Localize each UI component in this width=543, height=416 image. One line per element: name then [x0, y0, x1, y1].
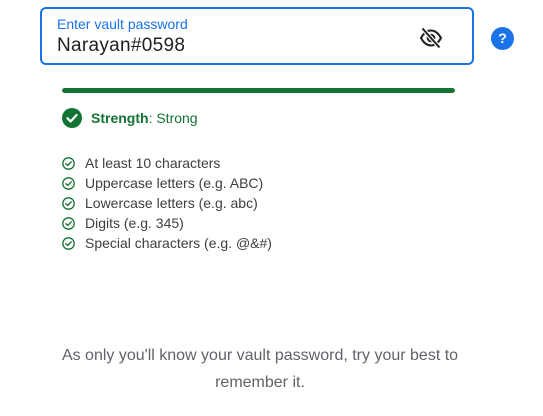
requirement-label: Digits (e.g. 345) — [85, 215, 184, 231]
check-circle-outline-icon — [62, 156, 75, 170]
strength-value: Strong — [156, 110, 198, 126]
list-item: At least 10 characters — [62, 153, 272, 173]
list-item: Special characters (e.g. @&#) — [62, 233, 272, 253]
check-circle-icon — [62, 108, 82, 128]
list-item: Uppercase letters (e.g. ABC) — [62, 173, 272, 193]
requirement-label: Uppercase letters (e.g. ABC) — [85, 175, 264, 191]
vault-password-input[interactable]: Narayan#0598 — [57, 34, 185, 58]
help-button[interactable]: ? — [491, 27, 514, 50]
strength-meter — [62, 88, 455, 93]
remember-hint: As only you'll know your vault password,… — [61, 347, 459, 391]
strength-meter-fill — [62, 88, 455, 93]
requirements-list: At least 10 characters Uppercase letters… — [62, 153, 272, 253]
check-circle-outline-icon — [62, 176, 75, 190]
requirement-label: Lowercase letters (e.g. abc) — [85, 195, 258, 211]
strength-indicator: Strength: Strong — [62, 107, 198, 129]
list-item: Lowercase letters (e.g. abc) — [62, 193, 272, 213]
check-circle-outline-icon — [62, 216, 75, 230]
list-item: Digits (e.g. 345) — [62, 213, 272, 233]
requirement-label: At least 10 characters — [85, 155, 221, 171]
check-circle-outline-icon — [62, 196, 75, 210]
vault-password-field[interactable]: Enter vault password Narayan#0598 — [40, 7, 474, 65]
eye-off-icon[interactable] — [419, 27, 443, 49]
check-circle-outline-icon — [62, 236, 75, 250]
strength-key: Strength — [91, 110, 149, 126]
vault-password-page: Enter vault password Narayan#0598 ? Stre… — [0, 0, 543, 416]
vault-password-label: Enter vault password — [57, 16, 188, 32]
requirement-label: Special characters (e.g. @&#) — [85, 235, 272, 251]
strength-text: Strength: Strong — [91, 110, 198, 126]
